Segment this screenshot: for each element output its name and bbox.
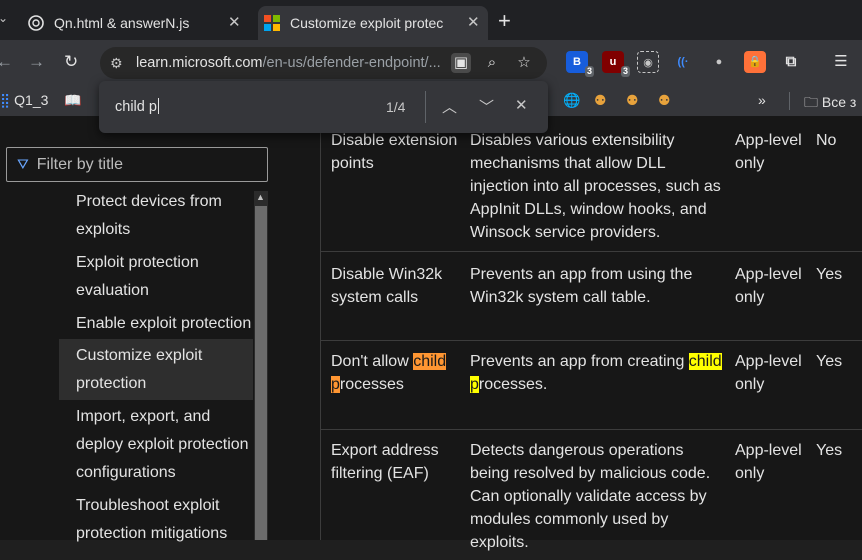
- tab-search-chevron-icon[interactable]: ⌄: [0, 11, 8, 25]
- tab-title: Qn.html & answerN.js: [54, 15, 190, 31]
- reading-list-icon[interactable]: ☰: [830, 51, 852, 73]
- zoom-icon[interactable]: ⌕: [482, 53, 502, 73]
- tab-title: Customize exploit protec: [290, 15, 444, 31]
- address-bar[interactable]: ⚙ learn.microsoft.com/en-us/defender-end…: [100, 47, 547, 79]
- sidebar-scroll-thumb[interactable]: [255, 206, 267, 540]
- table-row: Export address filtering (EAF) Detects d…: [321, 430, 862, 560]
- more-bookmarks-icon[interactable]: »: [758, 92, 766, 108]
- toc-item-import-export[interactable]: Import, export, and deploy exploit prote…: [76, 403, 254, 487]
- bitwarden-extension-icon[interactable]: B3: [566, 51, 594, 77]
- mitigation-name: Don't allow child processes: [331, 353, 447, 393]
- new-tab-icon[interactable]: +: [498, 8, 511, 34]
- lens-icon[interactable]: ▣: [451, 53, 471, 73]
- table-row: Don't allow child processes Prevents an …: [321, 341, 862, 430]
- table-row: Disable Win32k system calls Prevents an …: [321, 252, 862, 341]
- toc-item-protect-devices[interactable]: Protect devices from exploits: [76, 188, 254, 244]
- find-input[interactable]: child p: [115, 98, 159, 115]
- toc-item-enable-exploit[interactable]: Enable exploit protection: [76, 310, 254, 338]
- chatgpt-icon: [28, 15, 44, 31]
- mitigation-description: Prevents an app from creating child proc…: [470, 353, 722, 393]
- globe-bookmark-icon[interactable]: 🌐: [563, 92, 580, 109]
- url-host: learn.microsoft.com: [136, 55, 263, 71]
- page-content: ⛛ Filter by title Protect devices from e…: [0, 116, 862, 551]
- audio-extension-icon[interactable]: ((·: [672, 51, 694, 73]
- tab-strip: ⌄ Qn.html & answerN.js ✕ Customize explo…: [0, 0, 862, 40]
- bookmark-icon[interactable]: ⚉: [658, 92, 671, 109]
- bookmark-icon[interactable]: ⚉: [626, 92, 639, 109]
- ublock-extension-icon[interactable]: u3: [602, 51, 630, 77]
- toc-item-customize-exploit[interactable]: Customize exploit protection: [76, 342, 254, 398]
- mitigation-audit: No: [816, 132, 837, 149]
- folder-icon: 🗀: [804, 94, 818, 110]
- lock-extension-icon[interactable]: 🔒: [744, 51, 766, 73]
- tab-qn-html[interactable]: Qn.html & answerN.js ✕: [20, 6, 256, 40]
- filter-placeholder: Filter by title: [36, 155, 124, 173]
- bookmark-folder-all[interactable]: 🗀 Все з: [804, 92, 856, 116]
- find-next-chevron-down-icon[interactable]: ﹀: [479, 96, 494, 117]
- microsoft-logo-icon: [264, 15, 280, 31]
- mitigation-name: Export address filtering (EAF): [331, 442, 439, 482]
- text-caret: [157, 98, 159, 114]
- mitigation-description: Detects dangerous operations being resol…: [470, 442, 711, 551]
- bookmark-icon[interactable]: ⚉: [594, 92, 607, 109]
- bookmark-divider: [789, 92, 790, 110]
- url-path: /en-us/defender-endpoint/...: [262, 55, 441, 71]
- mitigation-description: Disables various extensibility mechanism…: [470, 132, 721, 241]
- book-icon[interactable]: 📖: [64, 92, 81, 109]
- mitigation-audit: Yes: [816, 266, 843, 283]
- mitigation-description: Prevents an app from using the Win32k sy…: [470, 266, 693, 306]
- find-match-count: 1/4: [386, 99, 406, 115]
- palette-extension-icon[interactable]: ●: [708, 51, 730, 73]
- mitigation-audit: Yes: [816, 353, 843, 370]
- mitigation-scope: App-level only: [735, 132, 802, 172]
- find-divider: [425, 91, 426, 123]
- mitigation-scope: App-level only: [735, 266, 802, 306]
- forward-icon[interactable]: →: [28, 52, 45, 72]
- mitigation-scope: App-level only: [735, 442, 802, 482]
- scroll-up-arrow-icon[interactable]: ▲: [256, 192, 265, 202]
- mitigation-name: Disable Win32k system calls: [331, 266, 443, 306]
- bookmark-q1-3[interactable]: ⣿ Q1_3: [0, 92, 48, 109]
- find-in-page-bar: child p 1/4 ︿ ﹀ ✕: [99, 81, 548, 133]
- site-info-icon[interactable]: ⚙: [110, 55, 128, 72]
- close-tab-icon[interactable]: ✕: [228, 13, 241, 31]
- close-tab-icon[interactable]: ✕: [467, 13, 480, 31]
- table-row: Disable extension points Disables variou…: [321, 116, 862, 252]
- back-icon[interactable]: ←: [0, 52, 13, 72]
- find-previous-chevron-up-icon[interactable]: ︿: [442, 96, 457, 117]
- find-close-icon[interactable]: ✕: [515, 96, 528, 114]
- browser-toolbar: ← → ↻ ⚙ learn.microsoft.com/en-us/defend…: [0, 40, 862, 86]
- grid-icon: ⣿: [0, 92, 11, 108]
- filter-by-title-input[interactable]: ⛛ Filter by title: [6, 147, 268, 182]
- extensions-puzzle-icon[interactable]: ⧉: [780, 51, 802, 73]
- bookmark-star-icon[interactable]: ☆: [514, 53, 534, 73]
- mitigation-scope: App-level only: [735, 353, 802, 393]
- reload-icon[interactable]: ↻: [64, 52, 78, 72]
- screenshot-extension-icon[interactable]: ◉: [637, 51, 659, 73]
- mitigation-name: Disable extension points: [331, 132, 458, 172]
- mitigation-audit: Yes: [816, 442, 843, 459]
- toc-item-exploit-evaluation[interactable]: Exploit protection evaluation: [76, 249, 254, 305]
- filter-icon: ⛛: [17, 156, 29, 172]
- tab-customize-exploit[interactable]: Customize exploit protec ✕: [258, 6, 488, 40]
- mitigations-table: Disable extension points Disables variou…: [320, 116, 862, 551]
